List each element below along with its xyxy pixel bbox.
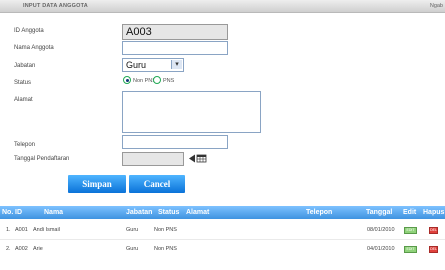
alamat-textarea[interactable] [122, 91, 261, 133]
cell-id: A002 [15, 246, 28, 252]
cell-id: A001 [15, 227, 28, 233]
cell-jabatan: Guru [126, 246, 139, 252]
cell-tanggal: 04/01/2010 [367, 246, 395, 252]
delete-button[interactable]: DEL [429, 227, 438, 234]
status-label: Status [14, 80, 32, 86]
jabatan-label: Jabatan [14, 63, 36, 69]
panel-header: INPUT DATA ANGGOTA Ngab [0, 0, 445, 13]
col-header-jabatan: Jabatan [126, 209, 153, 216]
cell-tanggal: 08/01/2010 [367, 227, 395, 233]
telepon-label: Telepon [14, 142, 36, 148]
status-option-pns: PNS [163, 78, 175, 84]
cell-status: Non PNS [154, 246, 177, 252]
row-divider [0, 239, 445, 240]
col-header-id: ID [15, 209, 22, 216]
col-header-telepon: Telepon [306, 209, 333, 216]
nama-anggota-input[interactable] [122, 41, 228, 55]
col-header-no: No. [2, 209, 14, 216]
cell-jabatan: Guru [126, 227, 139, 233]
nama-anggota-label: Nama Anggota [14, 45, 54, 51]
chevron-down-icon[interactable]: ▾ [171, 60, 182, 69]
cell-no: 2. [6, 246, 11, 252]
user-text: Ngab [429, 3, 443, 9]
col-header-nama: Nama [44, 209, 64, 216]
cell-nama: Arie [33, 246, 43, 252]
cancel-button[interactable]: Cancel [129, 175, 185, 193]
delete-button[interactable]: DEL [429, 246, 438, 253]
col-header-edit: Edit [403, 209, 417, 216]
cell-nama: Andi Ismail [33, 227, 60, 233]
jabatan-selected-value: Guru [126, 60, 147, 70]
id-anggota-field: A003 [122, 24, 228, 40]
col-header-tanggal: Tanggal [366, 209, 393, 216]
table-header: No. ID Nama Jabatan Status Alamat Telepo… [0, 206, 445, 219]
cell-no: 1. [6, 227, 11, 233]
col-header-status: Status [158, 209, 180, 216]
panel-title: INPUT DATA ANGGOTA [23, 3, 88, 9]
jabatan-select[interactable]: Guru ▾ [122, 58, 184, 72]
calendar-icon[interactable] [189, 154, 207, 163]
col-header-alamat: Alamat [186, 209, 210, 216]
tanggal-pendaftaran-label: Tanggal Pendaftaran [14, 156, 70, 162]
cell-status: Non PNS [154, 227, 177, 233]
table-row: 1. A001 Andi Ismail Guru Non PNS 08/01/2… [0, 224, 445, 238]
id-anggota-label: ID Anggota [14, 28, 44, 34]
status-radio-non-pns[interactable] [123, 76, 131, 84]
simpan-button[interactable]: Simpan [68, 175, 126, 193]
table-row: 2. A002 Arie Guru Non PNS 04/01/2010 EDI… [0, 243, 445, 257]
col-header-hapus: Hapus [423, 209, 445, 216]
alamat-label: Alamat [14, 97, 33, 103]
edit-button[interactable]: EDIT [404, 227, 417, 234]
telepon-input[interactable] [122, 135, 228, 149]
status-radio-pns[interactable] [153, 76, 161, 84]
tanggal-pendaftaran-field [122, 152, 184, 166]
edit-button[interactable]: EDIT [404, 246, 417, 253]
